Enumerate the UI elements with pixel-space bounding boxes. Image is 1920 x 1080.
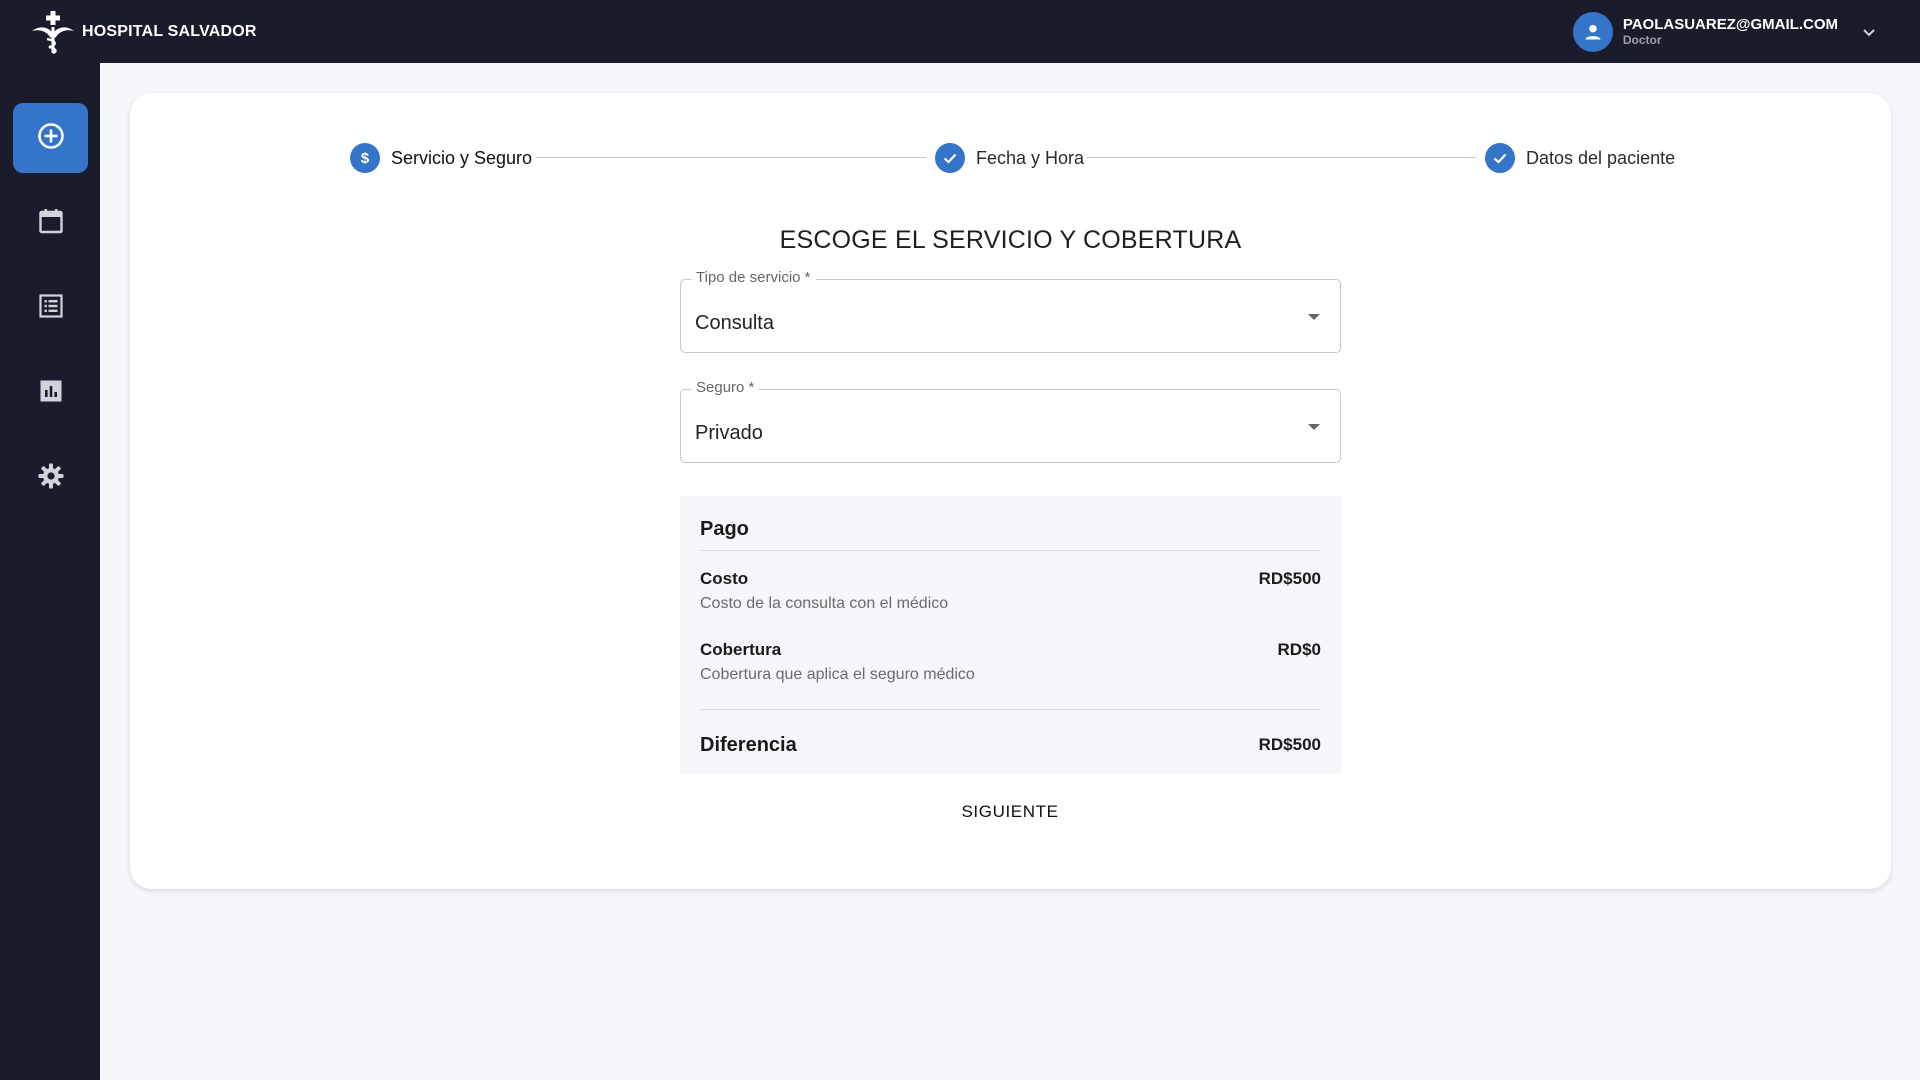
payment-summary: Pago Costo Costo de la consulta con el m… xyxy=(680,496,1341,774)
bar-chart-icon xyxy=(38,378,64,409)
sidebar xyxy=(0,63,100,1080)
coverage-amount: RD$0 xyxy=(1277,640,1321,659)
divider xyxy=(700,709,1320,710)
coverage-label: Cobertura xyxy=(700,640,782,659)
payment-title: Pago xyxy=(700,518,749,540)
brand-name: HOSPITAL SALVADOR xyxy=(82,22,257,40)
step-datos-paciente[interactable]: Datos del paciente xyxy=(1485,143,1675,173)
insurance-label: Seguro * xyxy=(691,379,760,396)
step-connector xyxy=(1087,157,1476,158)
step-servicio-seguro[interactable]: $ Servicio y Seguro xyxy=(350,143,532,173)
coverage-description: Cobertura que aplica el seguro médico xyxy=(700,666,975,683)
chevron-down-icon[interactable] xyxy=(1860,23,1878,41)
top-bar: HOSPITAL SALVADOR PAOLASUAREZ@GMAIL.COM … xyxy=(0,0,1920,63)
service-type-label: Tipo de servicio * xyxy=(691,269,816,286)
add-circle-icon xyxy=(36,121,66,156)
cost-amount: RD$500 xyxy=(1258,569,1321,588)
service-type-select[interactable]: Tipo de servicio * Consulta xyxy=(680,269,1341,353)
service-type-value: Consulta xyxy=(695,312,774,334)
dollar-icon: $ xyxy=(350,143,380,173)
step-connector xyxy=(536,157,926,158)
user-email: PAOLASUAREZ@GMAIL.COM xyxy=(1622,16,1838,33)
sidebar-item-reports[interactable] xyxy=(13,358,88,428)
sidebar-item-settings[interactable] xyxy=(13,443,88,513)
insurance-value: Privado xyxy=(695,422,763,444)
insurance-select[interactable]: Seguro * Privado xyxy=(680,379,1341,463)
check-icon xyxy=(1485,143,1515,173)
appointment-card: $ Servicio y Seguro Fecha y Hora Datos d… xyxy=(130,93,1891,889)
difference-label: Diferencia xyxy=(700,734,797,756)
next-button[interactable]: SIGUIENTE xyxy=(950,793,1070,831)
cost-description: Costo de la consulta con el médico xyxy=(700,595,949,612)
step-label: Datos del paciente xyxy=(1526,147,1676,168)
check-icon xyxy=(935,143,965,173)
step-fecha-hora[interactable]: Fecha y Hora xyxy=(935,143,1084,173)
step-label: Servicio y Seguro xyxy=(391,147,533,168)
gear-icon xyxy=(37,462,65,495)
sidebar-item-list[interactable] xyxy=(13,273,88,343)
user-menu[interactable]: PAOLASUAREZ@GMAIL.COM Doctor xyxy=(1572,11,1878,52)
user-role: Doctor xyxy=(1622,33,1662,47)
list-icon xyxy=(38,293,64,324)
brand[interactable]: HOSPITAL SALVADOR xyxy=(30,9,257,55)
form-title: ESCOGE EL SERVICIO Y COBERTURA xyxy=(779,226,1242,254)
svg-text:$: $ xyxy=(361,150,370,167)
calendar-icon xyxy=(37,207,65,240)
step-label: Fecha y Hora xyxy=(976,147,1085,168)
cost-label: Costo xyxy=(700,569,749,588)
caret-down-icon xyxy=(1308,424,1320,430)
sidebar-item-calendar[interactable] xyxy=(13,188,88,258)
caret-down-icon xyxy=(1308,314,1320,320)
hospital-caduceus-icon xyxy=(30,9,76,55)
sidebar-item-new-appointment[interactable] xyxy=(13,103,88,173)
divider xyxy=(700,550,1320,551)
person-icon xyxy=(1572,11,1613,52)
difference-amount: RD$500 xyxy=(1258,735,1321,754)
